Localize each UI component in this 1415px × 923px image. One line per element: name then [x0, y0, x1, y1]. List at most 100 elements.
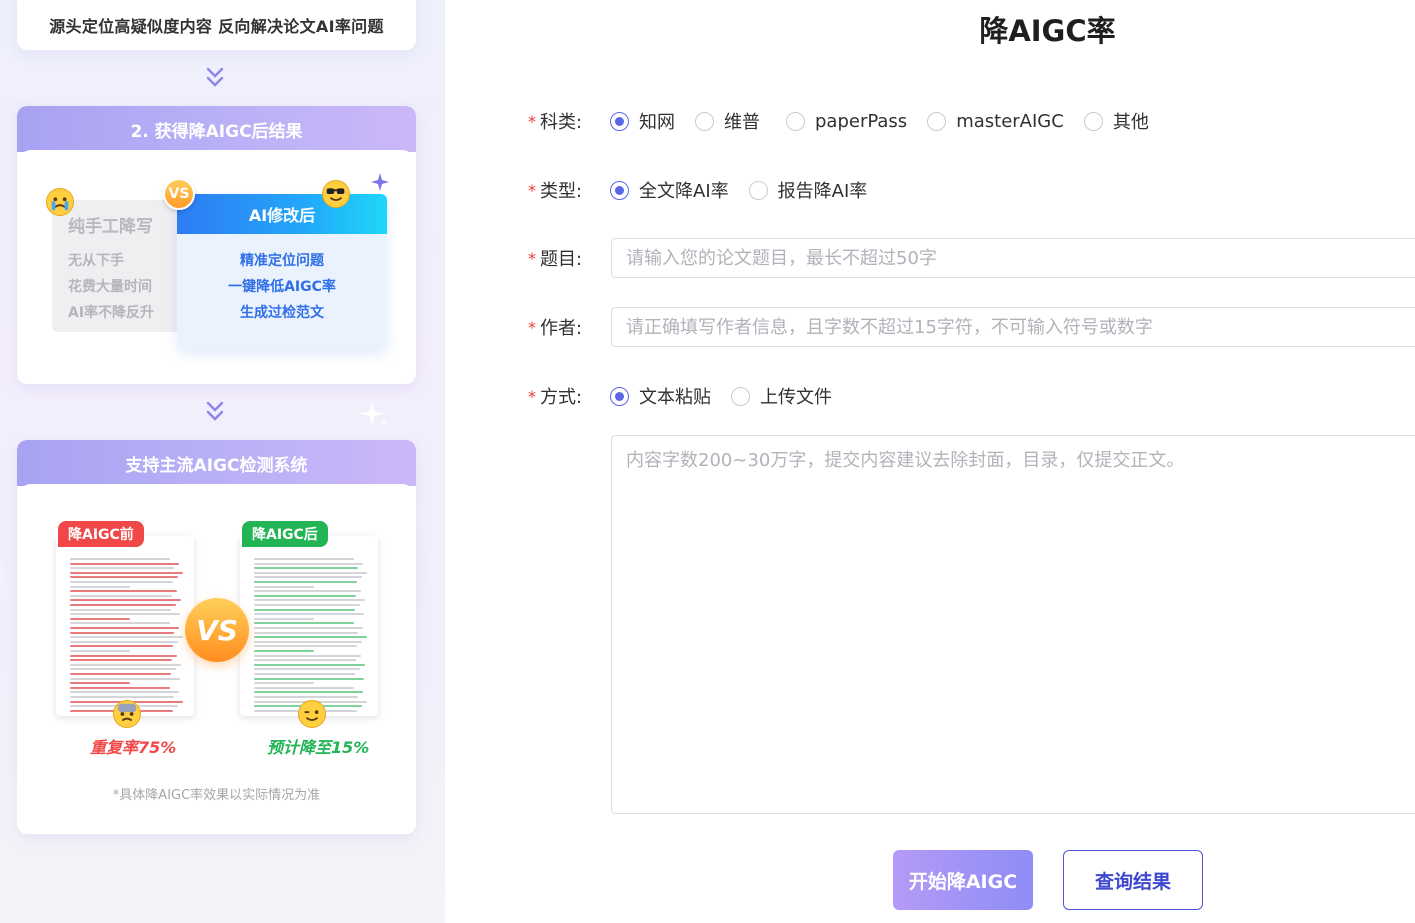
subject-option[interactable]: 知网 — [610, 108, 675, 134]
document-line — [254, 668, 360, 671]
document-line — [254, 682, 314, 685]
radio-icon[interactable] — [927, 111, 947, 131]
document-line — [70, 668, 176, 671]
document-line — [70, 581, 173, 583]
ai-line: 精准定位问题 — [240, 253, 324, 269]
sparkle-icon — [371, 173, 389, 195]
content-textarea[interactable] — [611, 435, 1415, 814]
author-label: * 作者: — [528, 314, 610, 340]
subject-option[interactable]: 其他 — [1083, 108, 1149, 134]
author-row: * 作者: — [528, 314, 610, 340]
method-option-label: 上传文件 — [760, 387, 832, 408]
radio-icon[interactable] — [731, 386, 750, 406]
type-label-text: 类型: — [540, 181, 583, 202]
document-line — [254, 686, 354, 689]
result-card-title: 2. 获得降AIGC后结果 — [17, 106, 416, 152]
ai-line: 生成过检范文 — [240, 305, 324, 321]
author-label-text: 作者: — [540, 318, 583, 339]
document-line — [70, 673, 171, 675]
radio-icon[interactable] — [786, 111, 805, 131]
document-line — [70, 599, 181, 602]
manual-line: 无从下手 — [68, 253, 124, 269]
subject-option-label: 其他 — [1112, 112, 1149, 133]
document-line — [254, 617, 314, 620]
document-line — [254, 631, 358, 634]
manual-line: AI率不降反升 — [68, 305, 155, 321]
document-line — [70, 640, 178, 643]
before-tag: 降AIGC前 — [58, 521, 144, 547]
method-option[interactable]: 上传文件 — [731, 383, 832, 409]
document-line — [70, 631, 174, 634]
document-line — [254, 659, 356, 662]
document-line — [254, 622, 354, 625]
document-line — [254, 571, 367, 574]
document-line — [254, 585, 314, 588]
document-line — [254, 663, 365, 666]
document-line — [254, 654, 361, 657]
subject-row: * 科类: 知网 维普 paperPass masterAIGC 其他 — [528, 108, 1149, 134]
required-mark: * — [528, 317, 536, 337]
subject-label-text: 科类: — [540, 112, 583, 133]
radio-icon[interactable] — [610, 111, 629, 131]
result-card: 2. 获得降AIGC后结果 纯手工降写 无从下手 花费大量时间 AI率不降反升 … — [17, 106, 416, 384]
ai-line: 一键降低AIGC率 — [228, 279, 336, 295]
systems-card-title: 支持主流AIGC检测系统 — [17, 440, 416, 486]
subject-option-label: 知网 — [639, 112, 675, 133]
subject-option[interactable]: 维普 — [695, 108, 760, 134]
topic-row: * 题目: — [528, 245, 610, 271]
query-result-button[interactable]: 查询结果 — [1063, 850, 1203, 910]
document-line — [254, 627, 363, 629]
vs-badge: VS — [163, 178, 195, 210]
document-line — [70, 613, 180, 616]
document-line — [254, 650, 314, 652]
document-line — [254, 696, 358, 698]
disclaimer-note: *具体降AIGC率效果以实际情况为准 — [112, 788, 321, 803]
radio-icon[interactable] — [1083, 111, 1103, 131]
topic-input[interactable] — [611, 238, 1415, 278]
radio-icon[interactable] — [748, 180, 768, 200]
required-mark: * — [528, 111, 536, 131]
document-line — [254, 613, 364, 616]
sunglasses-emoji-icon — [322, 180, 350, 208]
method-option-label: 文本粘贴 — [639, 387, 711, 408]
promo-top-text: 源头定位高疑似度内容 反向解决论文AI率问题 — [49, 17, 384, 36]
document-line — [254, 677, 364, 680]
document-line — [70, 696, 174, 698]
radio-icon[interactable] — [610, 386, 629, 406]
radio-icon[interactable] — [610, 180, 629, 200]
after-document — [240, 536, 378, 716]
after-rate: 预计降至15% — [267, 738, 370, 757]
method-row: * 方式: 文本粘贴 上传文件 — [528, 383, 832, 409]
vs-badge-large: VS — [185, 598, 249, 662]
after-tag: 降AIGC后 — [242, 521, 328, 547]
chevron-down-icon — [204, 400, 226, 424]
ai-rewrite-box: AI修改后 精准定位问题 一键降低AIGC率 生成过检范文 — [177, 194, 387, 348]
type-option-label: 报告降AI率 — [777, 181, 868, 202]
subject-option-label: paperPass — [815, 110, 908, 132]
subject-option[interactable]: masterAIGC — [927, 108, 1064, 134]
required-mark: * — [528, 386, 536, 406]
document-line — [70, 682, 130, 685]
start-button[interactable]: 开始降AIGC — [893, 850, 1033, 910]
winking-emoji-icon — [298, 700, 326, 728]
document-line — [70, 562, 179, 565]
document-line — [70, 663, 181, 666]
document-line — [254, 562, 363, 565]
radio-icon[interactable] — [695, 111, 714, 131]
document-line — [70, 650, 130, 652]
subject-label: * 科类: — [528, 108, 610, 134]
topic-label-text: 题目: — [540, 249, 583, 270]
type-option-label: 全文降AI率 — [639, 181, 729, 202]
subject-option[interactable]: paperPass — [786, 108, 907, 134]
type-row: * 类型: 全文降AI率 报告降AI率 — [528, 177, 867, 203]
author-input[interactable] — [611, 307, 1415, 347]
method-option[interactable]: 文本粘贴 — [610, 383, 711, 409]
type-option[interactable]: 全文降AI率 — [610, 177, 729, 203]
type-option[interactable]: 报告降AI率 — [748, 177, 868, 203]
document-line — [70, 659, 172, 662]
document-line — [70, 627, 179, 629]
document-line — [70, 645, 173, 648]
document-line — [70, 677, 180, 680]
document-line — [70, 594, 172, 597]
chevron-down-icon — [204, 66, 226, 90]
